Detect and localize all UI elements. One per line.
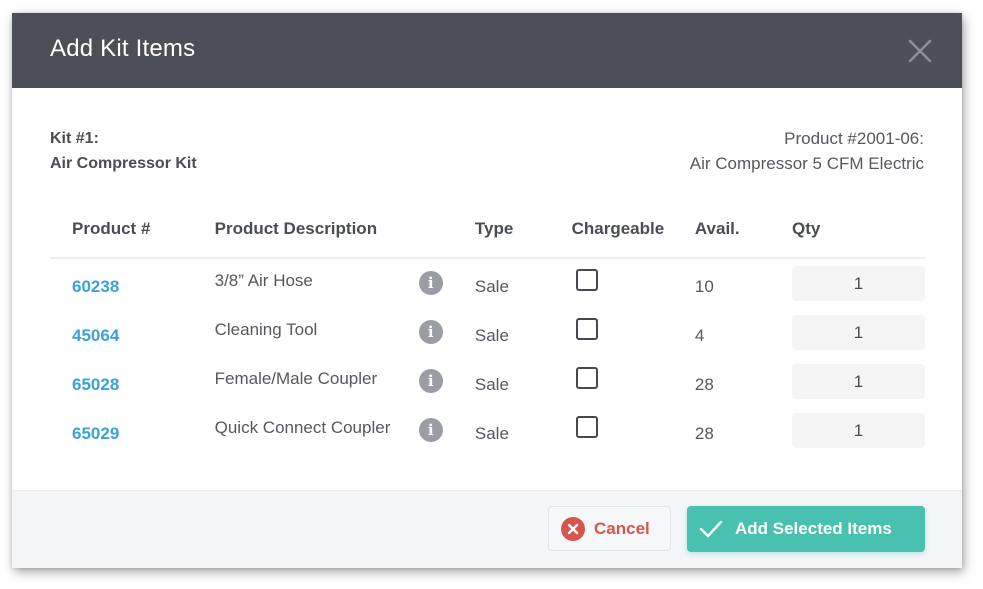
available-count: 28: [694, 374, 714, 394]
product-description: 3/8” Air Hose: [214, 270, 313, 290]
close-button[interactable]: [908, 39, 932, 63]
add-selected-items-button[interactable]: Add Selected Items: [687, 506, 925, 552]
qty-input[interactable]: [792, 315, 925, 350]
col-header-type: Type: [474, 219, 572, 259]
product-description: Cleaning Tool: [214, 319, 318, 339]
table-row: 60238 3/8” Air Hose i Sale 10: [50, 258, 925, 308]
info-icon[interactable]: i: [418, 368, 443, 393]
product-link[interactable]: 60238: [72, 277, 119, 296]
product-type: Sale: [474, 325, 509, 345]
table-row: 65028 Female/Male Coupler i Sale 28: [50, 357, 925, 406]
kit-name: Air Compressor Kit: [50, 155, 197, 172]
close-icon: [908, 39, 932, 63]
info-icon[interactable]: i: [418, 270, 443, 295]
product-type: Sale: [474, 423, 509, 443]
product-description: Quick Connect Coupler: [214, 417, 391, 437]
available-count: 28: [694, 423, 714, 443]
info-icon[interactable]: i: [418, 319, 443, 344]
chargeable-checkbox[interactable]: [575, 269, 598, 291]
kit-label: Kit #1:: [50, 130, 99, 147]
col-header-avail: Avail.: [694, 219, 792, 259]
product-link[interactable]: 45064: [72, 326, 119, 345]
product-description: Female/Male Coupler: [214, 368, 378, 388]
cancel-button[interactable]: Cancel: [548, 506, 671, 551]
available-count: 10: [694, 276, 714, 296]
dialog-title: Add Kit Items: [50, 35, 196, 62]
kit-items-table: Product # Product Description Type Charg…: [50, 219, 925, 455]
product-label: Product #2001-06:: [784, 129, 924, 148]
col-header-qty: Qty: [792, 219, 925, 259]
table-row: 45064 Cleaning Tool i Sale 4: [50, 308, 925, 357]
chargeable-checkbox[interactable]: [575, 367, 598, 389]
qty-input[interactable]: [792, 266, 925, 301]
dialog-footer: Cancel Add Selected Items: [12, 490, 962, 568]
qty-input[interactable]: [792, 413, 925, 448]
dialog-header: Add Kit Items: [12, 13, 962, 88]
col-header-product-num: Product #: [50, 219, 215, 259]
table-row: 65029 Quick Connect Coupler i Sale 28: [50, 406, 925, 455]
qty-input[interactable]: [792, 364, 925, 399]
chargeable-checkbox[interactable]: [575, 318, 598, 340]
col-header-chargeable: Chargeable: [571, 219, 695, 259]
chargeable-checkbox[interactable]: [575, 416, 598, 438]
product-info: Product #2001-06: Air Compressor 5 CFM E…: [690, 126, 924, 176]
checkmark-icon: [699, 520, 723, 538]
product-type: Sale: [474, 374, 509, 394]
cancel-label: Cancel: [594, 518, 650, 538]
product-link[interactable]: 65028: [72, 375, 119, 394]
product-type: Sale: [474, 276, 509, 296]
add-kit-items-dialog: Add Kit Items Kit #1: Air Compressor Kit…: [12, 13, 962, 568]
table-header-row: Product # Product Description Type Charg…: [50, 219, 925, 259]
cancel-circle-x-icon: [561, 516, 585, 541]
kit-info-section: Kit #1: Air Compressor Kit Product #2001…: [50, 126, 924, 176]
col-header-description: Product Description: [214, 219, 419, 259]
product-name: Air Compressor 5 CFM Electric: [689, 154, 924, 173]
info-icon[interactable]: i: [418, 417, 443, 442]
add-selected-items-label: Add Selected Items: [735, 519, 892, 538]
product-link[interactable]: 65029: [72, 424, 119, 443]
kit-info: Kit #1: Air Compressor Kit: [50, 126, 197, 176]
available-count: 4: [694, 325, 705, 345]
